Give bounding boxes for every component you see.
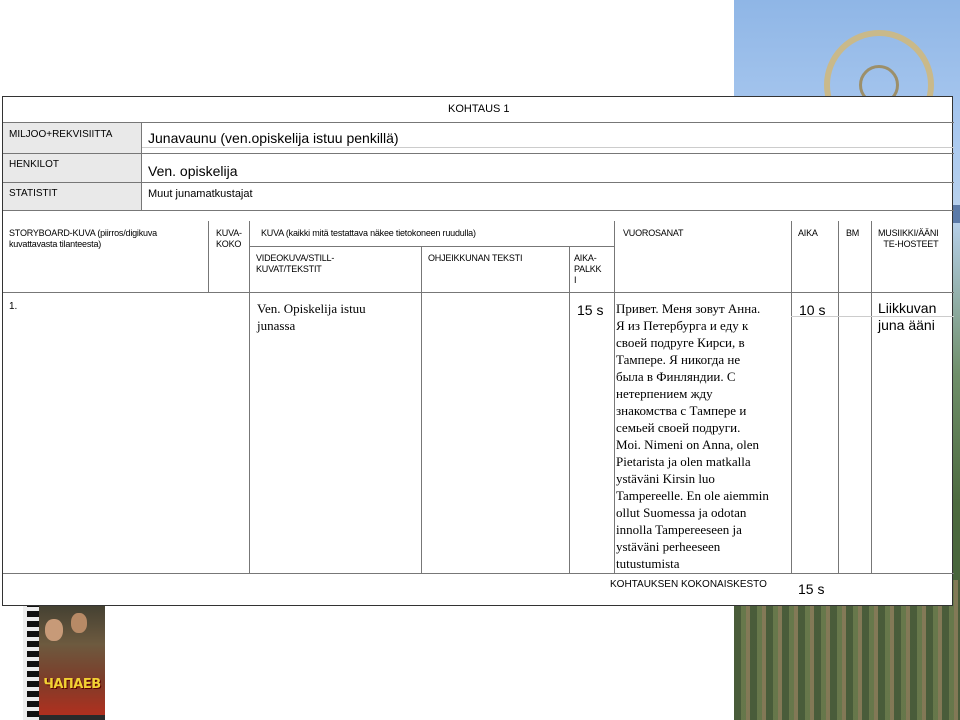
line-ru-6: нетерпением жду [616, 386, 713, 401]
setting-label: MILJOO+REKVISIITTA [9, 129, 113, 140]
line-fi-1: Moi. Nimeni on Anna, olen [616, 437, 759, 452]
characters-label: HENKILOT [9, 159, 60, 170]
total-value: 15 s [798, 581, 825, 597]
film-strip [27, 591, 39, 720]
col-instructions: OHJEIKKUNAN TEKSTI [428, 253, 523, 263]
line-fi-8: tutustumista [616, 556, 680, 571]
col-lines: VUOROSANAT [623, 228, 684, 238]
chapaev-dvd-cover: ЧАПАЕВ [23, 591, 105, 720]
line-ru-3: своей подруге Кирси, в [616, 335, 745, 350]
line-ru-5: была в Финляндии. С [616, 369, 736, 384]
row-time-slot: 15 s [577, 302, 604, 318]
col-storyboard: STORYBOARD-KUVA (piirros/digikuva kuvatt… [9, 228, 157, 249]
line-fi-4: Tampereelle. En ole aiemmin [616, 488, 769, 503]
poster-face [45, 619, 63, 641]
line-ru-8: семьей своей подруги. [616, 420, 741, 435]
total-label: KOHTAUKSEN KOKONAISKESTO [610, 579, 767, 590]
dvd-title: ЧАПАЕВ [43, 677, 101, 692]
extras-label: STATISTIT [9, 188, 58, 199]
line-ru-2: Я из Петербурга и еду к [616, 318, 749, 333]
scene-title: KOHTAUS 1 [448, 103, 510, 115]
characters-value: Ven. opiskelija [148, 163, 238, 179]
line-ru-4: Тампере. Я никогда не [616, 352, 741, 367]
row-number: 1. [9, 301, 18, 312]
setting-value: Junavaunu (ven.opiskelija istuu penkillä… [148, 130, 399, 146]
col-shot-size: KUVA- KOKO [216, 228, 242, 249]
line-fi-3: ystäväni Kirsin luo [616, 471, 715, 486]
line-ru-1: Привет. Меня зовут Анна. [616, 301, 761, 316]
line-ru-7: знакомства с Тампере и [616, 403, 747, 418]
col-video: VIDEOKUVA/STILL- KUVAT/TEKSTIT [256, 253, 335, 274]
row-video: Ven. Opiskelija istuu junassa [257, 301, 366, 333]
script-form: KOHTAUS 1 MILJOO+REKVISIITTA Junavaunu (… [2, 96, 954, 606]
col-time-slot: AIKA- PALKK I [574, 253, 602, 285]
extras-value: Muut junamatkustajat [148, 188, 253, 200]
row-lines: Привет. Меня зовут Анна. Я из Петербурга… [616, 300, 791, 572]
col-sound: MUSIIKKI/ÄÄNI TE-HOSTEET [878, 228, 939, 249]
line-fi-5: ollut Suomessa ja odotan [616, 505, 747, 520]
col-shot: KUVA (kaikki mitä testattava näkee tieto… [261, 228, 476, 238]
col-time: AIKA [798, 228, 818, 238]
row-sound: Liikkuvan juna ääni [878, 300, 937, 333]
poster-art [39, 597, 105, 715]
line-fi-2: Pietarista ja olen matkalla [616, 454, 751, 469]
poster-face [71, 613, 87, 633]
line-fi-6: innolla Tampereeseen ja [616, 522, 742, 537]
line-fi-7: ystäväni perheeseen [616, 539, 721, 554]
col-bm: BM [846, 228, 860, 238]
